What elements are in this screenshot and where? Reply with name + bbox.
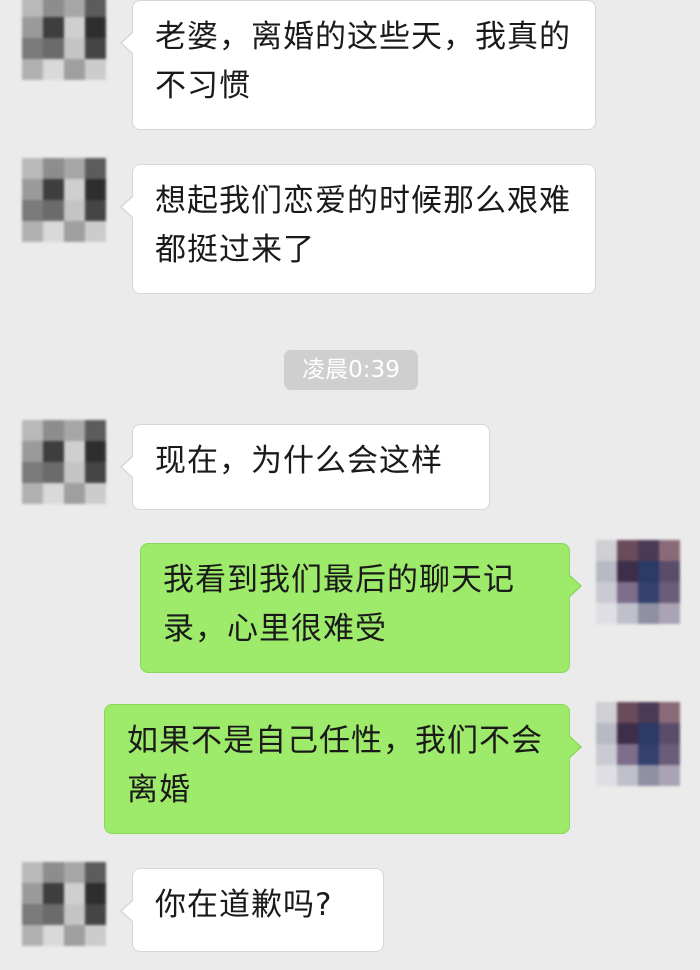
message-bubble-2[interactable]: 想起我们恋爱的时候那么艰难都挺过来了 xyxy=(120,164,596,294)
message-text-3: 现在，为什么会这样 xyxy=(155,443,443,479)
user-avatar-icon[interactable] xyxy=(596,702,680,786)
message-text-6: 你在道歉吗? xyxy=(155,887,333,923)
message-bubble-4[interactable]: 我看到我们最后的聊天记录，心里很难受 xyxy=(140,543,582,673)
message-text-1: 老婆，离婚的这些天，我真的不习惯 xyxy=(155,19,571,104)
chat-area: 老婆，离婚的这些天，我真的不习惯 想起我们恋爱的时候那么艰难都挺过来了 凌晨0:… xyxy=(0,0,700,970)
message-bubble-5[interactable]: 如果不是自己任性，我们不会离婚 xyxy=(104,704,582,834)
contact-avatar-icon[interactable] xyxy=(22,158,106,242)
message-bubble-1[interactable]: 老婆，离婚的这些天，我真的不习惯 xyxy=(120,0,596,130)
contact-avatar-icon[interactable] xyxy=(22,420,106,504)
message-text-2: 想起我们恋爱的时候那么艰难都挺过来了 xyxy=(155,183,571,268)
message-bubble-6[interactable]: 你在道歉吗? xyxy=(120,868,384,952)
contact-avatar-icon[interactable] xyxy=(22,862,106,946)
message-bubble-3[interactable]: 现在，为什么会这样 xyxy=(120,424,490,510)
user-avatar-icon[interactable] xyxy=(596,540,680,624)
message-text-5: 如果不是自己任性，我们不会离婚 xyxy=(127,723,543,808)
timestamp-badge: 凌晨0:39 xyxy=(284,350,418,390)
contact-avatar-icon[interactable] xyxy=(22,0,106,80)
message-text-4: 我看到我们最后的聊天记录，心里很难受 xyxy=(163,562,515,647)
